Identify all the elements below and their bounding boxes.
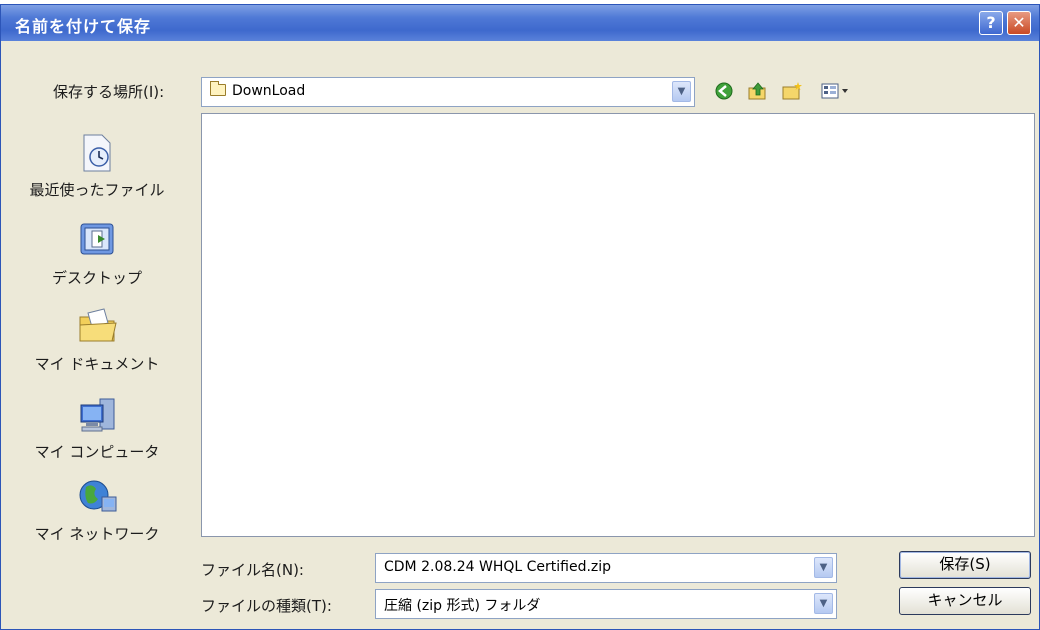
places-recent[interactable]: 最近使ったファイル [21,133,173,200]
places-my-network[interactable]: マイ ネットワーク [21,477,173,544]
file-type-label: ファイルの種類(T): [201,597,332,615]
close-button[interactable]: ✕ [1007,11,1031,35]
save-as-dialog: 名前を付けて保存 ? ✕ 保存する場所(I): DownLoad ▼ 最近使った… [0,4,1040,630]
places-my-network-label: マイ ネットワーク [34,525,160,543]
cancel-button[interactable]: キャンセル [899,587,1031,615]
places-recent-label: 最近使ったファイル [29,181,165,199]
file-type-dropdown[interactable]: 圧縮 (zip 形式) フォルダ ▼ [375,589,837,619]
up-folder-icon[interactable] [747,81,769,101]
places-my-computer[interactable]: マイ コンピュータ [21,395,173,462]
title-bar[interactable]: 名前を付けて保存 ? ✕ [1,5,1039,41]
places-desktop-label: デスクトップ [51,269,142,287]
file-type-value: 圧縮 (zip 形式) フォルダ [384,598,541,614]
file-name-input[interactable]: CDM 2.08.24 WHQL Certified.zip ▼ [375,553,837,583]
desktop-icon [78,221,116,259]
chevron-down-icon[interactable]: ▼ [672,81,691,102]
save-button[interactable]: 保存(S) [899,551,1031,579]
save-in-dropdown[interactable]: DownLoad ▼ [201,77,695,107]
folder-icon [210,81,226,96]
places-my-documents-label: マイ ドキュメント [34,355,160,373]
back-arrow-icon[interactable] [713,81,735,101]
my-network-icon [78,477,117,515]
file-name-value[interactable]: CDM 2.08.24 WHQL Certified.zip [384,559,611,575]
file-name-label: ファイル名(N): [201,561,304,579]
chevron-down-icon[interactable]: ▼ [814,557,833,578]
places-desktop[interactable]: デスクトップ [21,221,173,288]
my-computer-icon [78,395,116,433]
my-documents-icon [78,307,117,345]
recent-documents-icon [78,133,116,172]
places-my-computer-label: マイ コンピュータ [34,443,160,461]
views-menu-icon[interactable] [819,81,853,101]
new-folder-icon[interactable] [781,81,803,101]
places-my-documents[interactable]: マイ ドキュメント [21,307,173,374]
save-in-value: DownLoad [232,83,306,99]
file-list-view[interactable] [201,113,1035,537]
save-in-label: 保存する場所(I): [53,83,165,101]
chevron-down-icon[interactable]: ▼ [814,593,833,614]
help-button[interactable]: ? [979,11,1003,35]
dialog-title: 名前を付けて保存 [15,17,152,36]
